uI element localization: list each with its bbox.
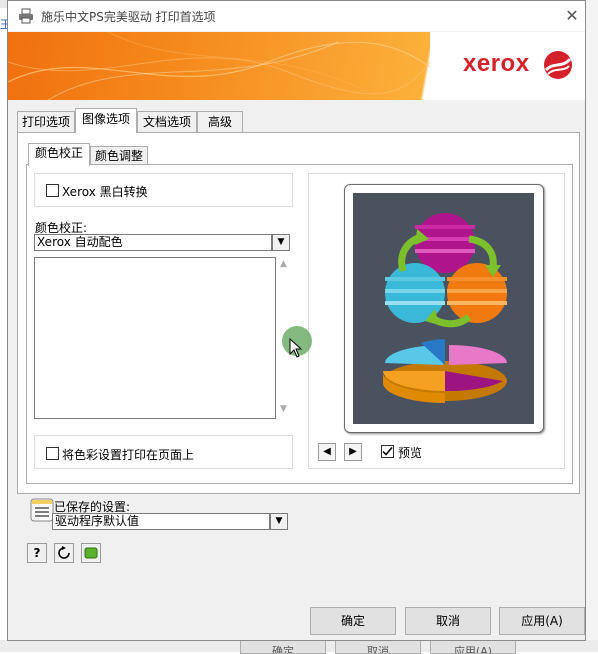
print-color-settings-label: 将色彩设置打印在页面上 [62,448,195,462]
color-correction-dropdown-arrow[interactable]: ▼ [272,234,290,251]
xerox-logo-text: xerox [463,50,530,77]
xerox-banner: xerox [8,32,585,100]
preview-image [353,193,534,424]
title-bar[interactable]: 施乐中文PS完美驱动 打印首选项 ✕ [8,1,585,31]
background-left-strip [0,0,7,652]
saved-settings-icon [30,498,54,522]
ok-button[interactable]: 确定 [310,607,396,635]
color-correction-select[interactable]: Xerox 自动配色 [34,234,272,251]
scroll-down-icon[interactable]: ▼ [280,404,287,414]
color-sample-graphic [383,213,507,403]
help-button[interactable]: ? [27,543,47,563]
xerox-logo-icon [544,51,572,79]
banner-wave-graphic [8,32,438,100]
check-icon [382,447,393,456]
preview-prev-button[interactable]: ◀ [318,443,336,461]
bw-convert-checkbox[interactable] [46,184,59,197]
print-color-settings-checkbox[interactable] [46,447,59,460]
preview-next-button[interactable]: ▶ [344,443,362,461]
background-fragment [0,0,7,8]
tab-print-options[interactable]: 打印选项 [17,111,75,132]
reset-button[interactable] [54,543,74,563]
tab-advanced[interactable]: 高级 [197,111,243,132]
cancel-button[interactable]: 取消 [405,607,491,635]
print-preferences-dialog: 施乐中文PS完美驱动 打印首选项 ✕ xerox 打印选项 图像选项 文档选项 … [7,0,586,641]
preview-label: 预览 [398,446,423,460]
background-text-fragment: 王 [0,18,7,31]
tab-document-options[interactable]: 文档选项 [137,111,197,132]
saved-settings-dropdown-arrow[interactable]: ▼ [270,513,288,530]
tab-image-options[interactable]: 图像选项 [75,108,137,133]
preview-checkbox[interactable] [381,445,394,458]
color-correction-list[interactable] [34,257,276,419]
green-status-icon [84,547,98,559]
apply-button[interactable]: 应用(A) [499,607,585,635]
subtab-color-adjustment[interactable]: 颜色调整 [90,146,148,165]
subtab-color-correction[interactable]: 颜色校正 [28,143,90,166]
reset-icon [58,546,70,559]
background-right-window [585,0,598,652]
saved-settings-select[interactable]: 驱动程序默认值 [52,513,270,530]
printer-icon [19,8,33,24]
window-title: 施乐中文PS完美驱动 打印首选项 [41,10,216,24]
mouse-cursor-icon [289,338,303,358]
bw-convert-label: Xerox 黑白转换 [62,185,148,199]
status-button[interactable] [81,543,101,563]
close-button[interactable]: ✕ [560,5,584,27]
scroll-up-icon[interactable]: ▲ [280,259,287,269]
